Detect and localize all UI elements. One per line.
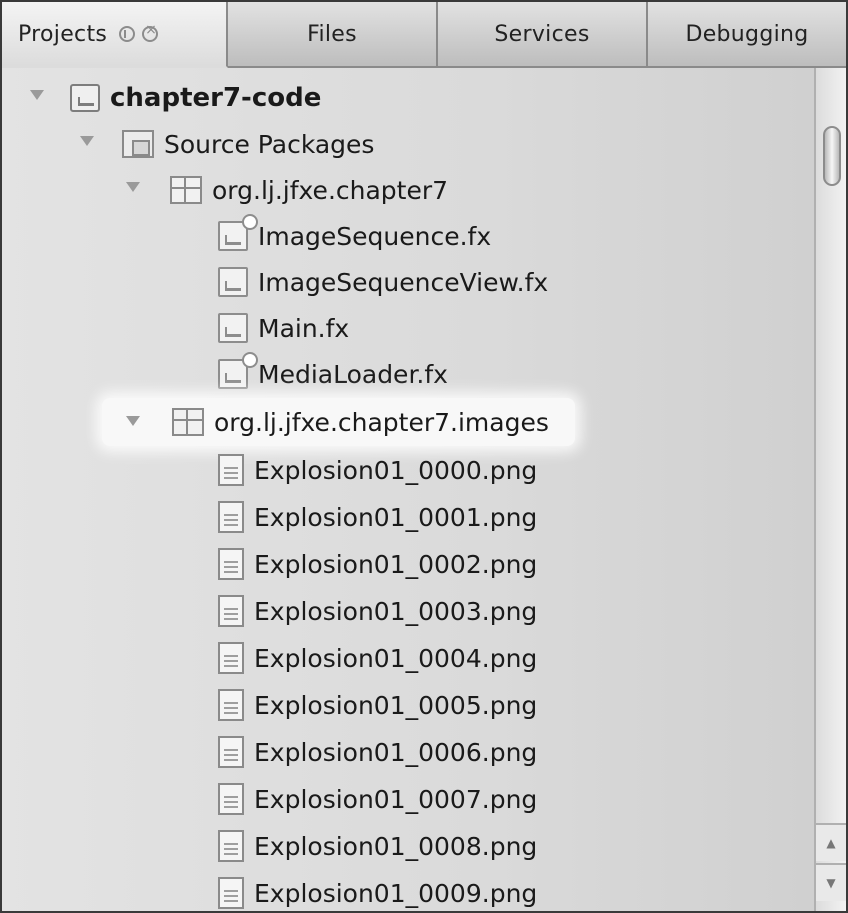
tree-node-file[interactable]: Explosion01_0002.png xyxy=(218,542,537,586)
vertical-scrollbar[interactable]: ▲ ▼ xyxy=(814,68,846,911)
tab-services-label: Services xyxy=(494,21,590,47)
fx-file-icon xyxy=(218,352,258,389)
tree-node-file[interactable]: Explosion01_0001.png xyxy=(218,495,537,539)
tree-node-file[interactable]: Explosion01_0009.png xyxy=(218,871,538,911)
package-label: org.lj.jfxe.chapter7.images xyxy=(214,407,549,437)
tree-node-file[interactable]: Explosion01_0005.png xyxy=(218,683,537,727)
image-file-icon xyxy=(218,877,244,909)
tree-node-source-packages[interactable]: Source Packages xyxy=(122,122,374,166)
tab-files-label: Files xyxy=(307,21,357,47)
lock-badge-icon xyxy=(242,214,258,230)
file-label: Explosion01_0001.png xyxy=(254,502,538,532)
fx-file-icon xyxy=(218,267,248,297)
tree-node-package[interactable]: org.lj.jfxe.chapter7 xyxy=(170,168,448,212)
file-label: Main.fx xyxy=(258,313,350,343)
image-file-icon xyxy=(218,548,244,580)
tab-bar: Projects Files Services Debugging xyxy=(2,2,846,68)
tree-node-file[interactable]: Explosion01_0006.png xyxy=(218,730,537,774)
tree-node-package-selected[interactable]: org.lj.jfxe.chapter7.images xyxy=(102,398,575,446)
image-file-icon xyxy=(218,689,244,721)
tree-node-file[interactable]: Explosion01_0004.png xyxy=(218,636,537,680)
tree-node-file[interactable]: Explosion01_0000.png xyxy=(218,448,537,492)
image-file-icon xyxy=(218,454,244,486)
expand-arrow-icon[interactable] xyxy=(30,90,44,100)
file-label: Explosion01_0000.png xyxy=(254,455,538,485)
tree-node-file[interactable]: ImageSequenceView.fx xyxy=(218,260,548,304)
image-file-icon xyxy=(218,595,244,627)
scroll-down-icon: ▼ xyxy=(826,876,836,890)
tree-node-file[interactable]: Explosion01_0008.png xyxy=(218,824,537,868)
file-label: Explosion01_0003.png xyxy=(254,596,538,626)
tree-node-file[interactable]: Explosion01_0003.png xyxy=(218,589,537,633)
projects-window: Projects Files Services Debugging chapte… xyxy=(0,0,848,913)
file-label: Explosion01_0002.png xyxy=(254,549,538,579)
lock-badge-icon xyxy=(242,352,258,368)
scrollbar-thumb[interactable] xyxy=(823,126,841,186)
image-file-icon xyxy=(218,830,244,862)
tab-debugging-label: Debugging xyxy=(685,21,809,47)
project-icon xyxy=(70,84,100,112)
tab-files[interactable]: Files xyxy=(228,2,438,66)
source-folder-icon xyxy=(122,130,154,158)
tab-debugging[interactable]: Debugging xyxy=(648,2,846,66)
image-file-icon xyxy=(218,642,244,674)
package-label: org.lj.jfxe.chapter7 xyxy=(212,175,449,205)
file-label: Explosion01_0006.png xyxy=(254,737,538,767)
scroll-up-icon: ▲ xyxy=(826,836,836,850)
file-label: Explosion01_0004.png xyxy=(254,643,538,673)
image-file-icon xyxy=(218,783,244,815)
fx-file-icon xyxy=(218,313,248,343)
image-file-icon xyxy=(218,736,244,768)
source-packages-label: Source Packages xyxy=(164,129,375,159)
image-file-icon xyxy=(218,501,244,533)
expand-arrow-icon[interactable] xyxy=(80,136,94,146)
tree-node-file[interactable]: MediaLoader.fx xyxy=(218,352,448,396)
restore-window-icon[interactable] xyxy=(119,26,136,42)
file-label: ImageSequenceView.fx xyxy=(258,267,549,297)
tab-projects-label: Projects xyxy=(18,21,108,47)
file-label: ImageSequence.fx xyxy=(258,221,492,251)
fx-file-icon xyxy=(218,214,258,251)
file-label: Explosion01_0008.png xyxy=(254,831,538,861)
scroll-down-button[interactable]: ▼ xyxy=(816,863,846,901)
file-label: Explosion01_0005.png xyxy=(254,690,538,720)
expand-arrow-icon[interactable] xyxy=(126,182,140,192)
scroll-up-button[interactable]: ▲ xyxy=(816,823,846,861)
close-tab-icon[interactable] xyxy=(142,22,159,42)
tab-projects[interactable]: Projects xyxy=(2,2,228,68)
tree-node-project[interactable]: chapter7-code xyxy=(70,76,321,120)
file-label: Explosion01_0007.png xyxy=(254,784,538,814)
tree-node-file[interactable]: Explosion01_0007.png xyxy=(218,777,537,821)
tree-node-file[interactable]: Main.fx xyxy=(218,306,349,350)
project-label: chapter7-code xyxy=(110,83,322,113)
package-icon xyxy=(172,408,204,436)
file-label: MediaLoader.fx xyxy=(258,359,448,389)
tab-services[interactable]: Services xyxy=(438,2,648,66)
package-icon xyxy=(170,176,202,204)
tree-node-file[interactable]: ImageSequence.fx xyxy=(218,214,491,258)
expand-arrow-icon[interactable] xyxy=(126,416,140,426)
file-label: Explosion01_0009.png xyxy=(254,878,538,908)
project-tree: chapter7-code Source Packages org.lj.jfx… xyxy=(2,68,814,911)
